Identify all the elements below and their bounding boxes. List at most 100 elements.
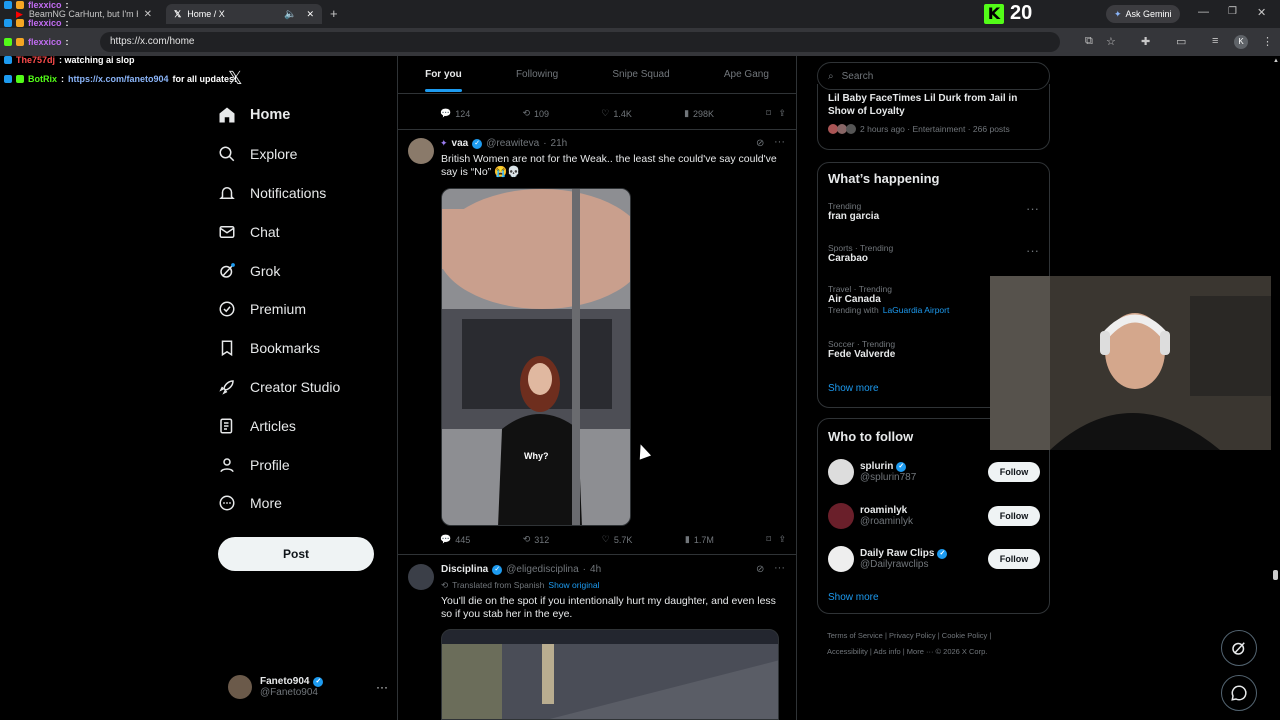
bookmark-icon bbox=[221, 340, 233, 357]
sidepanel-icon[interactable]: ▭ bbox=[1176, 35, 1186, 48]
more-dots-icon[interactable]: ··· bbox=[774, 136, 785, 148]
repost-icon: ⟲ bbox=[522, 108, 531, 118]
footer-link[interactable]: Privacy Policy bbox=[889, 631, 936, 640]
tweet-media[interactable] bbox=[441, 629, 779, 720]
more-dots-icon[interactable]: ··· bbox=[774, 562, 785, 574]
account-switcher[interactable]: Faneto904 ✓ @Faneto904 ··· bbox=[228, 675, 388, 699]
nav-more[interactable]: More bbox=[218, 484, 388, 523]
tab-following[interactable]: Following bbox=[516, 69, 558, 80]
nav-articles[interactable]: Articles bbox=[218, 406, 388, 445]
like-button[interactable]: ♡ 1.4K bbox=[601, 108, 632, 119]
grok-icon[interactable]: ⊘ bbox=[756, 138, 764, 149]
author-name[interactable]: vaa bbox=[452, 138, 469, 149]
follow-button[interactable]: Follow bbox=[988, 506, 1040, 526]
author-handle[interactable]: @eligedisciplina bbox=[506, 564, 578, 575]
close-tab-icon[interactable]: ✕ bbox=[144, 9, 152, 20]
new-tab-button[interactable]: + bbox=[330, 6, 338, 21]
post-button[interactable]: Post bbox=[218, 537, 374, 571]
author-handle[interactable]: @reawiteva bbox=[486, 138, 539, 149]
views-icon: ▮ bbox=[684, 534, 690, 544]
tweet-time[interactable]: 4h bbox=[590, 564, 601, 575]
close-tab-icon[interactable]: ✕ bbox=[306, 9, 314, 20]
bookmark-button[interactable]: ⌑ ⇪ bbox=[766, 534, 786, 545]
media-icon[interactable]: ≡ bbox=[1212, 35, 1218, 47]
nav-bookmarks[interactable]: Bookmarks bbox=[218, 329, 388, 368]
repost-button[interactable]: ⟲ 312 bbox=[523, 534, 550, 545]
grok-fab-button[interactable] bbox=[1221, 630, 1257, 666]
footer-link[interactable]: Accessibility bbox=[827, 647, 868, 656]
top-story-panel[interactable]: Lil Baby FaceTimes Lil Durk from Jail in… bbox=[817, 84, 1050, 150]
footer-link[interactable]: More ··· bbox=[907, 647, 934, 656]
avatar[interactable] bbox=[408, 138, 434, 164]
page-scrollbar[interactable]: ▲ bbox=[1271, 56, 1280, 720]
more-dots-icon[interactable]: ··· bbox=[1026, 201, 1039, 216]
author-name[interactable]: Disciplina bbox=[441, 564, 488, 575]
trend-link[interactable]: LaGuardia Airport bbox=[883, 305, 950, 315]
trend-item[interactable]: Trending fran garcia bbox=[828, 201, 879, 222]
chat-line: The757dj : watching ai slop bbox=[4, 55, 135, 65]
nav-profile[interactable]: Profile bbox=[218, 445, 388, 484]
url-field[interactable]: https://x.com/home bbox=[100, 32, 1060, 52]
ask-gemini-button[interactable]: ✦ Ask Gemini bbox=[1106, 5, 1180, 23]
install-icon[interactable]: ⧉ bbox=[1085, 35, 1093, 48]
repost-button[interactable]: ⟲ 109 bbox=[522, 108, 549, 119]
follow-suggestion[interactable]: splurin ✓ @splurin787 Follow bbox=[828, 459, 1040, 485]
nav-grok[interactable]: Grok bbox=[218, 251, 388, 290]
follow-button[interactable]: Follow bbox=[988, 462, 1040, 482]
nav-premium[interactable]: Premium bbox=[218, 290, 388, 329]
tweet-media[interactable]: Why? bbox=[441, 188, 631, 526]
tweet-time[interactable]: 21h bbox=[551, 138, 568, 149]
reply-button[interactable]: 💬 445 bbox=[440, 534, 470, 545]
nav-notifications[interactable]: Notifications bbox=[218, 174, 388, 213]
close-window-button[interactable]: ✕ bbox=[1257, 6, 1266, 19]
tab-ape-gang[interactable]: Ape Gang bbox=[724, 69, 769, 80]
follow-button[interactable]: Follow bbox=[988, 549, 1040, 569]
profile-avatar[interactable]: K bbox=[1234, 35, 1248, 49]
trend-item[interactable]: Travel · Trending Air Canada Trending wi… bbox=[828, 284, 949, 315]
audio-icon[interactable]: 🔈 bbox=[284, 9, 296, 20]
more-dots-icon[interactable]: ··· bbox=[1026, 243, 1039, 258]
chat-link[interactable]: https://x.com/faneto904 bbox=[68, 74, 169, 84]
bookmark-button[interactable]: ⌑ ⇪ bbox=[766, 108, 786, 119]
reply-icon: 💬 bbox=[440, 534, 452, 544]
star-icon[interactable]: ☆ bbox=[1106, 35, 1116, 48]
footer-link[interactable]: Ads info bbox=[874, 647, 901, 656]
trend-item[interactable]: Sports · Trending Carabao bbox=[828, 243, 893, 264]
tab-snipe-squad[interactable]: Snipe Squad bbox=[612, 69, 669, 80]
scroll-up-icon[interactable]: ▲ bbox=[1273, 58, 1279, 64]
minimize-button[interactable]: — bbox=[1198, 6, 1209, 18]
footer-link[interactable]: Terms of Service bbox=[827, 631, 883, 640]
more-dots-icon[interactable]: ··· bbox=[376, 680, 388, 694]
views-button[interactable]: ▮ 298K bbox=[684, 108, 714, 119]
badge-icon bbox=[4, 75, 12, 83]
tab-for-you[interactable]: For you bbox=[425, 69, 462, 92]
nav-creator-studio[interactable]: Creator Studio bbox=[218, 368, 388, 407]
extensions-icon[interactable]: ✚ bbox=[1141, 35, 1150, 48]
trend-item[interactable]: Soccer · Trending Fede Valverde bbox=[828, 339, 895, 360]
badge-icon bbox=[16, 38, 24, 46]
translation-note: ⟲ Translated from Spanish Show original bbox=[441, 580, 600, 591]
translate-icon: ⟲ bbox=[441, 580, 449, 590]
views-button[interactable]: ▮ 1.7M bbox=[685, 534, 714, 545]
follow-suggestion[interactable]: Daily Raw Clips ✓ @Dailyrawclips Follow bbox=[828, 546, 1040, 572]
messages-fab-button[interactable] bbox=[1221, 675, 1257, 711]
story-title: Lil Baby FaceTimes Lil Durk from Jail in… bbox=[828, 93, 1018, 117]
x-logo-icon[interactable]: 𝕏 bbox=[228, 68, 243, 89]
menu-icon[interactable]: ⋮ bbox=[1262, 35, 1273, 48]
tweet-text: British Women are not for the Weak.. the… bbox=[441, 153, 777, 178]
show-more-link[interactable]: Show more bbox=[828, 383, 879, 394]
nav-chat[interactable]: Chat bbox=[218, 212, 388, 251]
scrollbar-thumb[interactable] bbox=[1273, 570, 1278, 580]
nav-explore[interactable]: Explore bbox=[218, 135, 388, 174]
avatar[interactable] bbox=[408, 564, 434, 590]
tab-home-x[interactable]: 𝕏 Home / X 🔈 ✕ bbox=[166, 4, 322, 24]
restore-button[interactable]: ❐ bbox=[1228, 6, 1237, 17]
grok-icon[interactable]: ⊘ bbox=[756, 564, 764, 575]
show-original-link[interactable]: Show original bbox=[548, 580, 599, 591]
like-button[interactable]: ♡ 5.7K bbox=[602, 534, 633, 545]
reply-button[interactable]: 💬 124 bbox=[440, 108, 470, 119]
show-more-link[interactable]: Show more bbox=[828, 592, 879, 603]
nav-home[interactable]: Home bbox=[218, 96, 388, 135]
follow-suggestion[interactable]: roaminlyk @roaminlyk Follow bbox=[828, 503, 1040, 529]
footer-link[interactable]: Cookie Policy bbox=[942, 631, 987, 640]
